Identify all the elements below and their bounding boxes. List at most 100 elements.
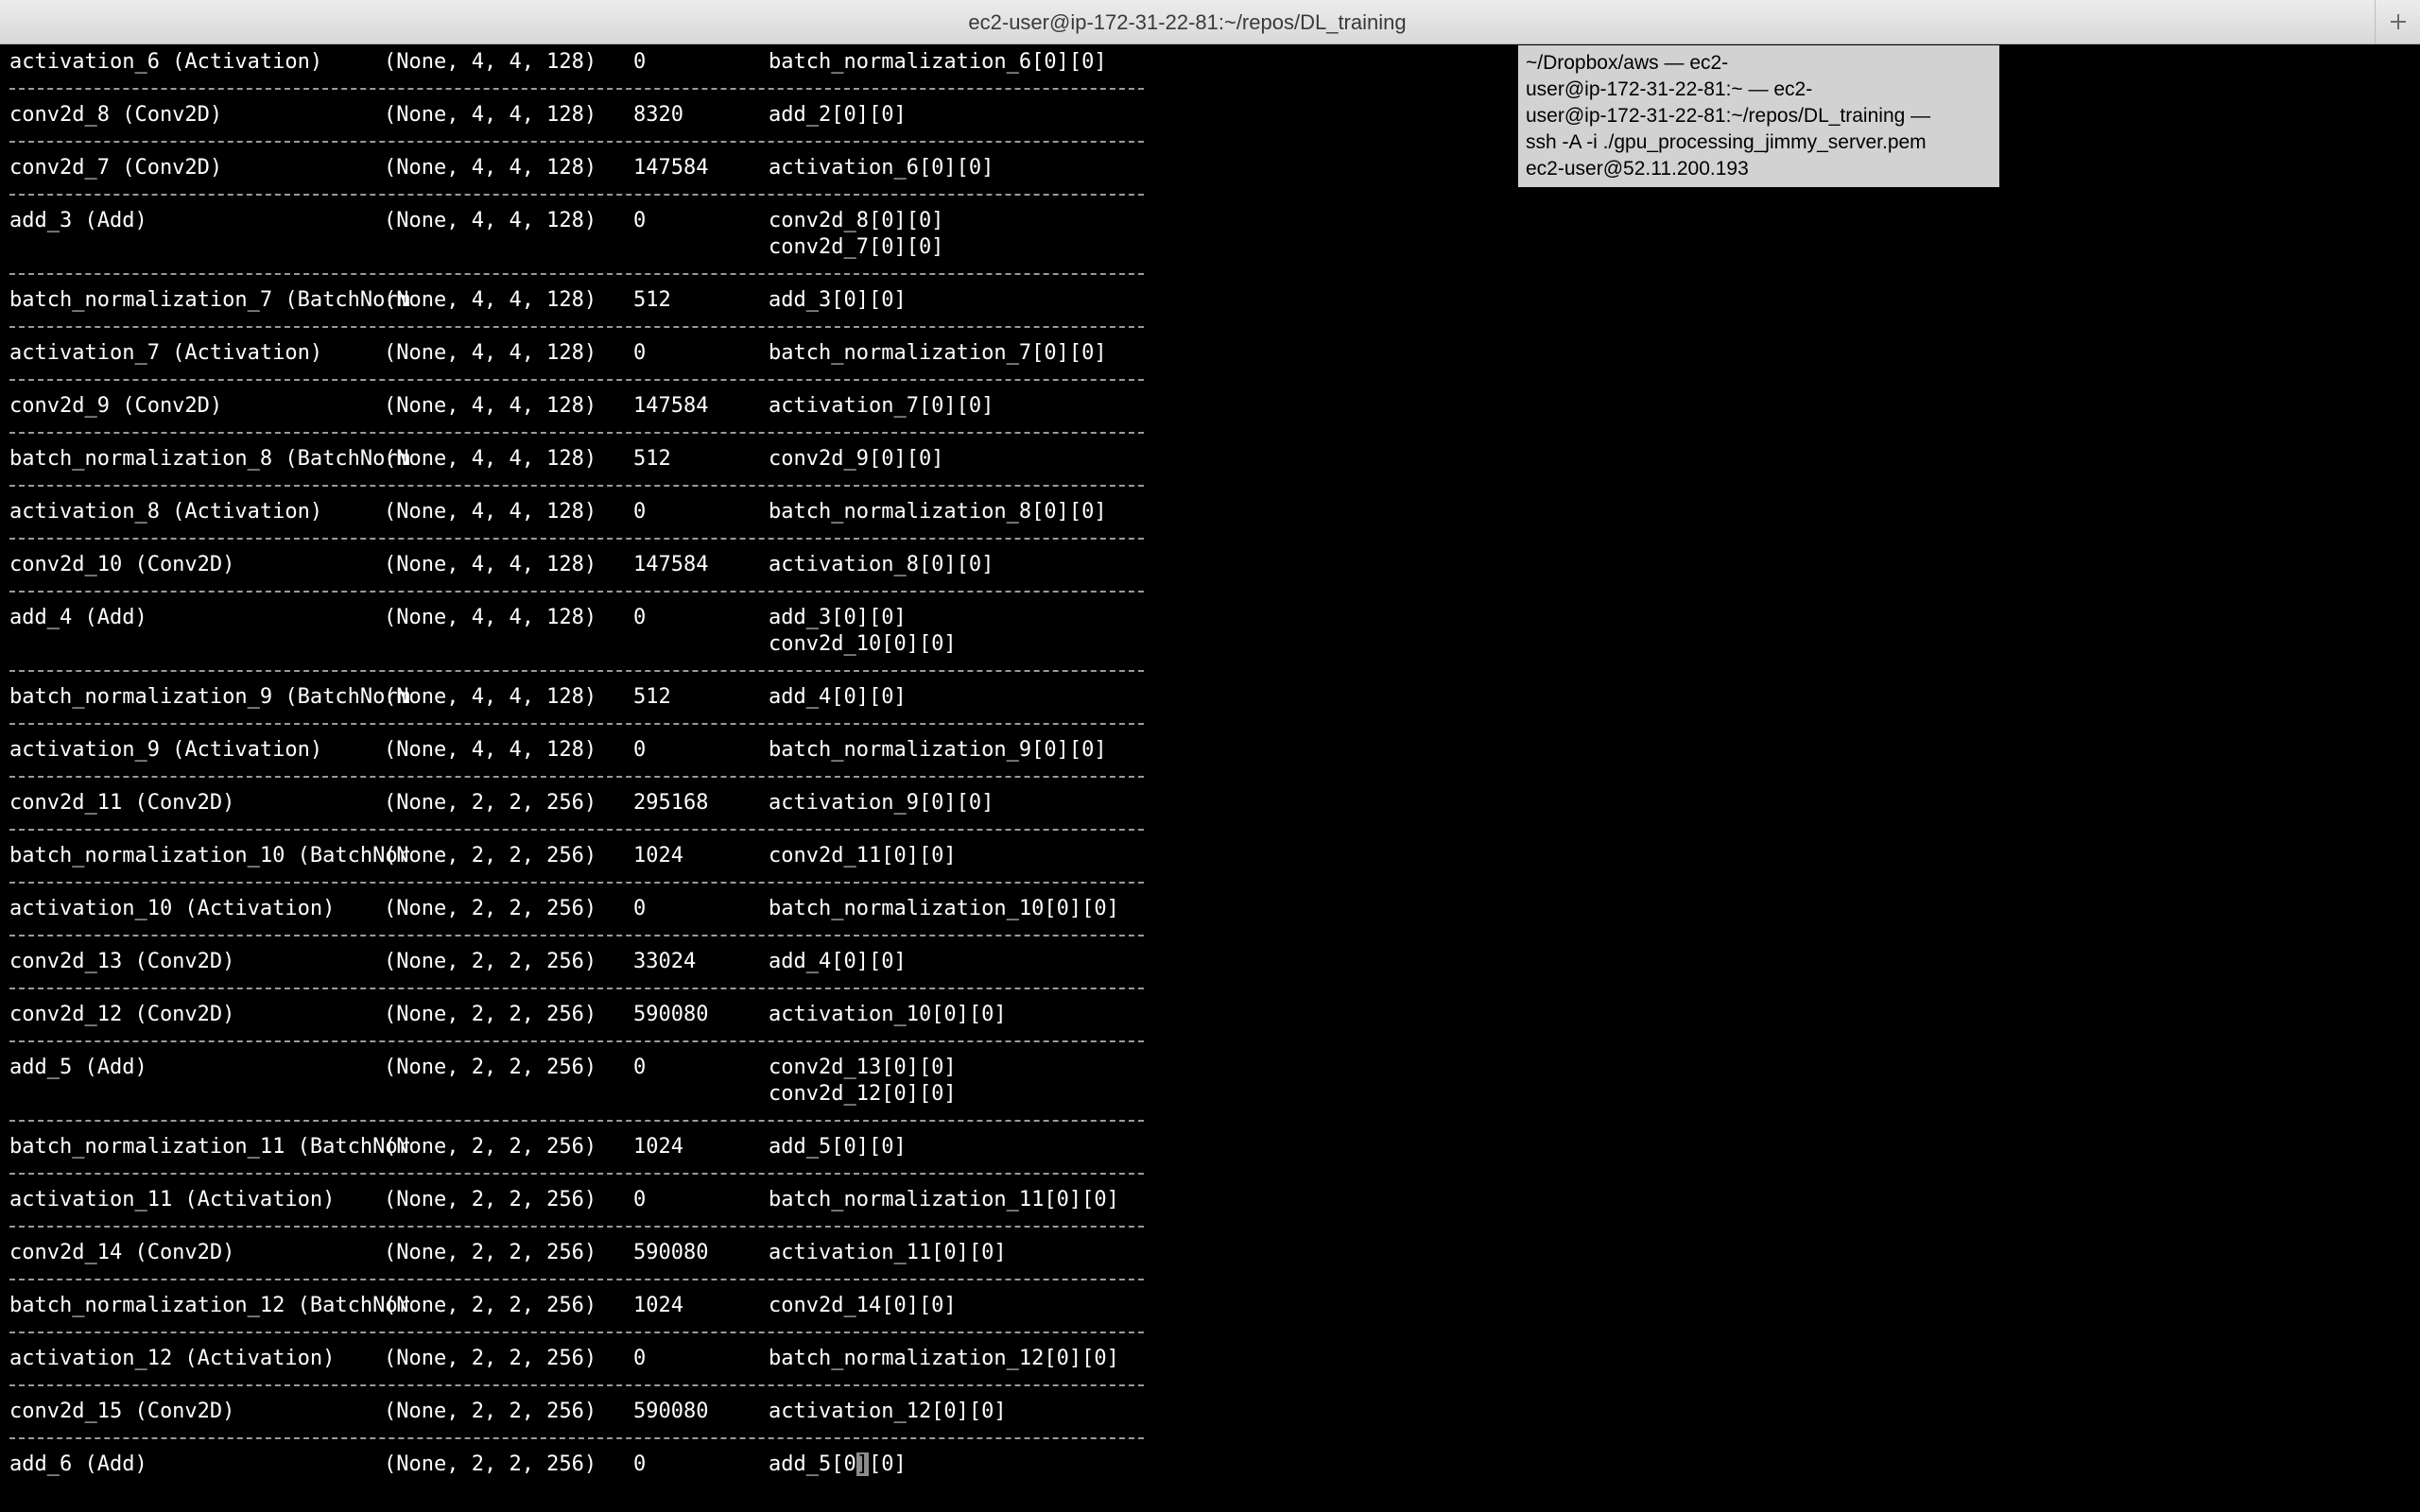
param-count: 0 bbox=[633, 606, 647, 629]
layer-name: conv2d_13 (Conv2D) bbox=[9, 950, 235, 973]
row-separator bbox=[9, 1437, 1144, 1439]
layer-name: conv2d_7 (Conv2D) bbox=[9, 156, 223, 180]
row-separator bbox=[9, 485, 1144, 487]
connected-to: activation_6[0][0] bbox=[769, 156, 994, 180]
layer-name: conv2d_12 (Conv2D) bbox=[9, 1003, 235, 1026]
connected-to: add_3[0][0] bbox=[769, 288, 907, 312]
connected-to: batch_normalization_8[0][0] bbox=[769, 500, 1107, 524]
output-shape: (None, 4, 4, 128) bbox=[384, 606, 597, 629]
layer-name: conv2d_8 (Conv2D) bbox=[9, 103, 223, 127]
connected-to: add_2[0][0] bbox=[769, 103, 907, 127]
connected-to: add_5[0][0] bbox=[769, 1452, 907, 1476]
layer-name: conv2d_15 (Conv2D) bbox=[9, 1400, 235, 1423]
row-separator bbox=[9, 432, 1144, 434]
output-shape: (None, 4, 4, 128) bbox=[384, 156, 597, 180]
connected-to: add_5[0][0] bbox=[769, 1135, 907, 1159]
output-shape: (None, 2, 2, 256) bbox=[384, 1056, 597, 1079]
row-separator bbox=[9, 829, 1144, 831]
text-cursor: ] bbox=[856, 1452, 869, 1476]
param-count: 147584 bbox=[633, 156, 709, 180]
row-separator bbox=[9, 88, 1144, 90]
row-separator bbox=[9, 1173, 1144, 1175]
output-shape: (None, 4, 4, 128) bbox=[384, 50, 597, 74]
row-separator bbox=[9, 1040, 1144, 1042]
param-count: 512 bbox=[633, 447, 671, 471]
row-separator bbox=[9, 591, 1144, 593]
layer-name: activation_6 (Activation) bbox=[9, 50, 323, 74]
layer-name: activation_8 (Activation) bbox=[9, 500, 323, 524]
summary-row: conv2d_14 (Conv2D) (None, 2, 2, 256) 59008… bbox=[9, 1240, 1144, 1266]
param-count: 512 bbox=[633, 288, 671, 312]
layer-name: activation_10 (Activation) bbox=[9, 897, 336, 920]
output-shape: (None, 4, 4, 128) bbox=[384, 341, 597, 365]
new-tab-button[interactable] bbox=[2375, 0, 2420, 43]
row-separator bbox=[9, 538, 1144, 540]
row-separator bbox=[9, 326, 1144, 328]
tooltip-line: ssh -A -i ./gpu_processing_jimmy_server.… bbox=[1526, 131, 1927, 153]
row-separator bbox=[9, 1384, 1144, 1386]
summary-row: add_5 (Add) (None, 2, 2, 256) 0 conv2d_13[0… bbox=[9, 1055, 1144, 1108]
output-shape: (None, 2, 2, 256) bbox=[384, 1452, 597, 1476]
summary-row: conv2d_13 (Conv2D) (None, 2, 2, 256) 33024… bbox=[9, 949, 1144, 975]
summary-row: conv2d_11 (Conv2D) (None, 2, 2, 256) 29516… bbox=[9, 790, 1144, 816]
layer-name: batch_normalization_12 (BatchNor bbox=[9, 1294, 410, 1317]
output-shape: (None, 4, 4, 128) bbox=[384, 685, 597, 709]
summary-row: batch_normalization_8 (BatchNorm (None, 4… bbox=[9, 446, 1144, 472]
row-separator bbox=[9, 1332, 1144, 1333]
tooltip-line: user@ip-172-31-22-81:~ — ec2- bbox=[1526, 78, 1813, 100]
output-shape: (None, 4, 4, 128) bbox=[384, 553, 597, 576]
summary-row: conv2d_10 (Conv2D) (None, 4, 4, 128) 14758… bbox=[9, 552, 1144, 578]
row-separator bbox=[9, 988, 1144, 989]
summary-row: add_6 (Add) (None, 2, 2, 256) 0 add_5[0][0] bbox=[9, 1452, 1144, 1478]
param-count: 33024 bbox=[633, 950, 697, 973]
layer-name: activation_12 (Activation) bbox=[9, 1347, 336, 1370]
row-separator bbox=[9, 1120, 1144, 1122]
output-shape: (None, 2, 2, 256) bbox=[384, 791, 597, 815]
output-shape: (None, 4, 4, 128) bbox=[384, 447, 597, 471]
row-separator bbox=[9, 379, 1144, 381]
layer-name: batch_normalization_9 (BatchNorm bbox=[9, 685, 410, 709]
connected-to: add_4[0][0] bbox=[769, 950, 907, 973]
layer-name: conv2d_10 (Conv2D) bbox=[9, 553, 235, 576]
param-count: 0 bbox=[633, 209, 647, 232]
param-count: 0 bbox=[633, 50, 647, 74]
summary-row: batch_normalization_12 (BatchNor (None, 2… bbox=[9, 1293, 1144, 1319]
layer-name: batch_normalization_10 (BatchNor bbox=[9, 844, 410, 868]
layer-name: activation_7 (Activation) bbox=[9, 341, 323, 365]
param-count: 590080 bbox=[633, 1400, 709, 1423]
title-bar[interactable]: ec2-user@ip-172-31-22-81:~/repos/DL_trai… bbox=[0, 0, 2420, 44]
output-shape: (None, 2, 2, 256) bbox=[384, 844, 597, 868]
param-count: 0 bbox=[633, 897, 647, 920]
connected-to: conv2d_12[0][0] bbox=[769, 1082, 957, 1106]
summary-row: batch_normalization_7 (BatchNorm (None, 4… bbox=[9, 287, 1144, 314]
terminal-output[interactable]: activation_6 (Activation) (None, 4, 4, 12… bbox=[0, 45, 2420, 1512]
connected-to: conv2d_10[0][0] bbox=[769, 632, 957, 656]
output-shape: (None, 4, 4, 128) bbox=[384, 288, 597, 312]
connected-to: activation_10[0][0] bbox=[769, 1003, 1007, 1026]
row-separator bbox=[9, 273, 1144, 275]
output-shape: (None, 2, 2, 256) bbox=[384, 1188, 597, 1211]
connected-to: batch_normalization_6[0][0] bbox=[769, 50, 1107, 74]
layer-name: add_5 (Add) bbox=[9, 1056, 147, 1079]
tab-tooltip: ~/Dropbox/aws — ec2- user@ip-172-31-22-8… bbox=[1518, 45, 1999, 187]
output-shape: (None, 4, 4, 128) bbox=[384, 738, 597, 762]
output-shape: (None, 2, 2, 256) bbox=[384, 1003, 597, 1026]
layer-name: conv2d_11 (Conv2D) bbox=[9, 791, 235, 815]
param-count: 0 bbox=[633, 500, 647, 524]
layer-name: batch_normalization_8 (BatchNorm bbox=[9, 447, 410, 471]
row-separator bbox=[9, 141, 1144, 143]
param-count: 590080 bbox=[633, 1003, 709, 1026]
param-count: 147584 bbox=[633, 394, 709, 418]
window-title: ec2-user@ip-172-31-22-81:~/repos/DL_trai… bbox=[968, 10, 1407, 34]
connected-to: conv2d_14[0][0] bbox=[769, 1294, 957, 1317]
row-separator bbox=[9, 670, 1144, 672]
connected-to: activation_7[0][0] bbox=[769, 394, 994, 418]
row-separator bbox=[9, 194, 1144, 196]
param-count: 0 bbox=[633, 738, 647, 762]
connected-to: batch_normalization_10[0][0] bbox=[769, 897, 1119, 920]
row-separator bbox=[9, 935, 1144, 936]
plus-icon bbox=[2389, 12, 2408, 31]
param-count: 0 bbox=[633, 1347, 647, 1370]
param-count: 295168 bbox=[633, 791, 709, 815]
summary-row: add_3 (Add) (None, 4, 4, 128) 0 conv2d_8[0]… bbox=[9, 208, 1144, 261]
